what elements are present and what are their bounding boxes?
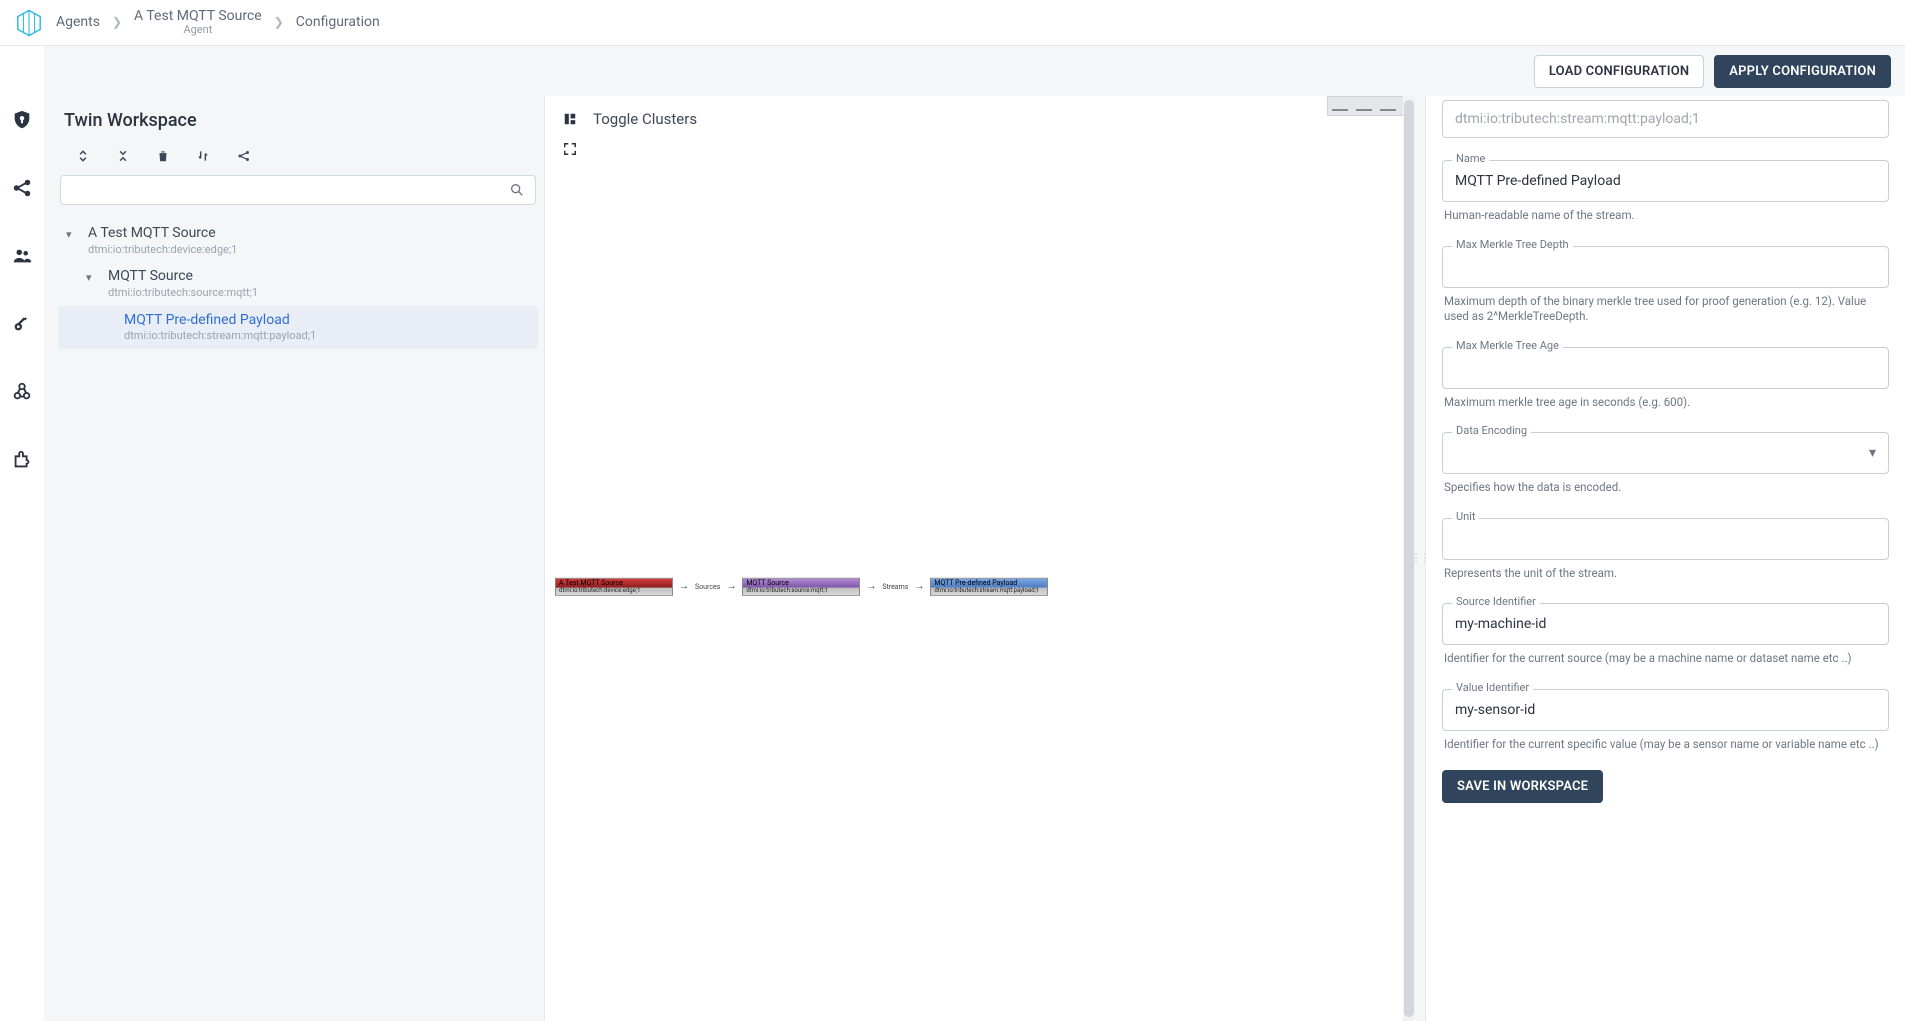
chevron-down-icon[interactable]: ▾ — [86, 268, 100, 284]
arrow-icon: → — [726, 581, 736, 592]
breadcrumb-source[interactable]: A Test MQTT Source Agent — [134, 8, 262, 37]
search-icon — [509, 182, 525, 198]
breadcrumb: Agents ❯ A Test MQTT Source Agent ❯ Conf… — [0, 0, 1905, 46]
graph-node-device[interactable]: A Test MQTT Source dtmi:io:tributech:dev… — [555, 577, 673, 596]
graph-edge-label: Sources — [695, 583, 720, 591]
graph-canvas[interactable]: Toggle Clusters A Test MQTT Source dtmi:… — [544, 96, 1415, 1021]
graph-node-source[interactable]: MQTT Source dtmi:io:tributech:source:mqt… — [742, 577, 860, 596]
config-toolbar: LOAD CONFIGURATION APPLY CONFIGURATION — [44, 46, 1905, 96]
swap-icon[interactable] — [196, 149, 210, 163]
side-nav — [0, 46, 44, 1021]
nav-key-icon[interactable] — [8, 310, 36, 338]
collapse-all-icon[interactable] — [116, 149, 130, 163]
tree-node-stream[interactable]: MQTT Pre-defined Payload dtmi:io:tribute… — [58, 306, 538, 349]
value-identifier-input[interactable] — [1442, 689, 1889, 731]
workspace-tree: ▾ A Test MQTT Source dtmi:io:tributech:d… — [56, 215, 544, 349]
graph-edge-label: Streams — [882, 583, 908, 591]
workspace-title: Twin Workspace — [56, 96, 544, 141]
workspace-search-input[interactable] — [71, 182, 509, 198]
app-logo[interactable] — [14, 8, 44, 38]
chevron-down-icon: ▾ — [1869, 445, 1876, 461]
chevron-right-icon: ❯ — [112, 15, 122, 29]
encoding-help: Specifies how the data is encoded. — [1444, 480, 1887, 496]
chevron-down-icon[interactable]: ▾ — [66, 225, 80, 241]
graph-icon[interactable] — [236, 149, 252, 163]
tree-node-title: MQTT Source — [108, 268, 258, 286]
arrow-icon: → — [914, 581, 924, 592]
name-label: Name — [1452, 152, 1489, 165]
breadcrumb-source-name: A Test MQTT Source — [134, 8, 262, 24]
tree-node-title: A Test MQTT Source — [88, 225, 237, 243]
fullscreen-icon[interactable] — [563, 142, 1415, 156]
tree-node-device[interactable]: ▾ A Test MQTT Source dtmi:io:tributech:d… — [58, 219, 538, 262]
depth-help: Maximum depth of the binary merkle tree … — [1444, 294, 1887, 325]
data-encoding-select[interactable]: ▾ — [1442, 432, 1889, 474]
toggle-clusters-label: Toggle Clusters — [593, 110, 697, 128]
nav-puzzle-icon[interactable] — [8, 446, 36, 474]
tree-node-sub: dtmi:io:tributech:device:edge;1 — [88, 243, 237, 257]
valueid-help: Identifier for the current specific valu… — [1444, 737, 1887, 753]
dtmi-field: dtmi:io:tributech:stream:mqtt:payload;1 — [1442, 100, 1889, 138]
delete-icon[interactable] — [156, 149, 170, 163]
valueid-label: Value Identifier — [1452, 681, 1533, 694]
tree-node-sub: dtmi:io:tributech:source:mqtt;1 — [108, 286, 258, 300]
encoding-label: Data Encoding — [1452, 424, 1531, 437]
nav-webhook-icon[interactable] — [8, 378, 36, 406]
chevron-right-icon: ❯ — [274, 15, 284, 29]
arrow-icon: → — [679, 581, 689, 592]
source-identifier-input[interactable] — [1442, 603, 1889, 645]
dashboard-icon — [563, 112, 577, 126]
workspace-toolbar — [56, 141, 544, 175]
sourceid-label: Source Identifier — [1452, 595, 1540, 608]
pane-resize-handle[interactable]: ⋮⋮ — [1415, 96, 1425, 1021]
nav-shield-icon[interactable] — [8, 106, 36, 134]
tree-node-sub: dtmi:io:tributech:stream:mqtt:payload;1 — [124, 329, 316, 343]
name-input[interactable] — [1442, 160, 1889, 202]
properties-panel: dtmi:io:tributech:stream:mqtt:payload;1 … — [1425, 96, 1905, 1021]
breadcrumb-agents[interactable]: Agents — [56, 14, 100, 30]
canvas-scrollbar[interactable] — [1403, 96, 1415, 1021]
load-configuration-button[interactable]: LOAD CONFIGURATION — [1534, 55, 1704, 88]
age-help: Maximum merkle tree age in seconds (e.g.… — [1444, 395, 1887, 411]
graph-view[interactable]: A Test MQTT Source dtmi:io:tributech:dev… — [555, 577, 1048, 596]
merkle-age-input[interactable] — [1442, 347, 1889, 389]
tree-node-title: MQTT Pre-defined Payload — [124, 312, 316, 330]
nav-share-icon[interactable] — [8, 174, 36, 202]
sourceid-help: Identifier for the current source (may b… — [1444, 651, 1887, 667]
breadcrumb-configuration: Configuration — [296, 14, 380, 30]
unit-input[interactable] — [1442, 518, 1889, 560]
minimap[interactable] — [1327, 96, 1405, 116]
graph-node-stream[interactable]: MQTT Pre-defined Payload dtmi:io:tribute… — [930, 577, 1048, 596]
workspace-search[interactable] — [60, 175, 536, 205]
expand-all-icon[interactable] — [76, 149, 90, 163]
breadcrumb-source-type: Agent — [134, 24, 262, 37]
depth-label: Max Merkle Tree Depth — [1452, 238, 1573, 251]
toggle-clusters-button[interactable]: Toggle Clusters — [563, 110, 697, 128]
age-label: Max Merkle Tree Age — [1452, 339, 1563, 352]
merkle-depth-input[interactable] — [1442, 246, 1889, 288]
save-in-workspace-button[interactable]: SAVE IN WORKSPACE — [1442, 770, 1603, 803]
unit-help: Represents the unit of the stream. — [1444, 566, 1887, 582]
nav-users-icon[interactable] — [8, 242, 36, 270]
twin-workspace-panel: Twin Workspace — [44, 96, 544, 1021]
tree-node-source[interactable]: ▾ MQTT Source dtmi:io:tributech:source:m… — [58, 262, 538, 305]
apply-configuration-button[interactable]: APPLY CONFIGURATION — [1714, 55, 1891, 88]
unit-label: Unit — [1452, 510, 1479, 523]
arrow-icon: → — [866, 581, 876, 592]
name-help: Human-readable name of the stream. — [1444, 208, 1887, 224]
